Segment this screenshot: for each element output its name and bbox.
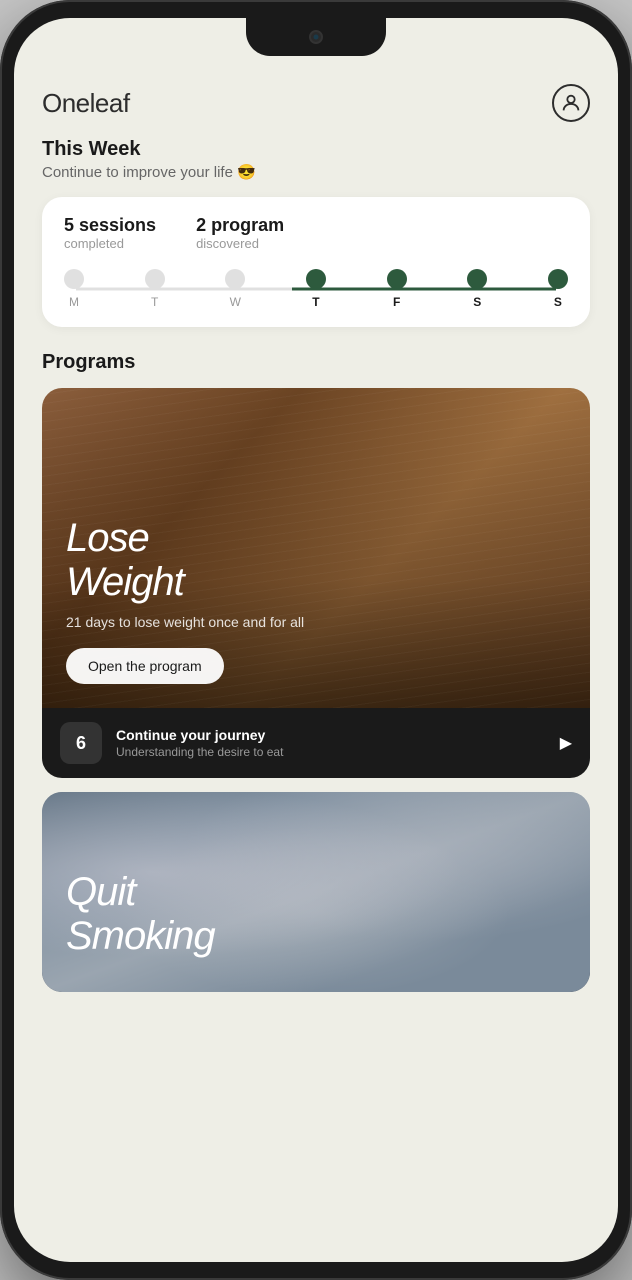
session-info: Continue your journey Understanding the … bbox=[116, 727, 546, 759]
day-dot-friday bbox=[387, 269, 407, 289]
week-track: M T W T bbox=[64, 269, 568, 309]
day-saturday: S bbox=[467, 269, 487, 309]
day-dot-wednesday bbox=[225, 269, 245, 289]
sessions-value: 5 sessions bbox=[64, 215, 156, 236]
phone-frame: Oneleaf This Week Continue to improve yo… bbox=[0, 0, 632, 1280]
week-section: This Week Continue to improve your life … bbox=[14, 130, 618, 343]
logo-text: Oneleaf bbox=[42, 88, 130, 118]
day-label-tuesday1: T bbox=[151, 295, 158, 309]
sessions-label: completed bbox=[64, 236, 156, 251]
quit-smoking-card[interactable]: QuitSmoking bbox=[42, 792, 590, 992]
program-continue-bar[interactable]: 6 Continue your journey Understanding th… bbox=[42, 708, 590, 778]
week-subtitle: Continue to improve your life 😎 bbox=[42, 163, 590, 181]
quit-smoking-content: QuitSmoking bbox=[66, 870, 566, 968]
lose-weight-image: LoseWeight 21 days to lose weight once a… bbox=[42, 388, 590, 708]
day-dot-thursday bbox=[306, 269, 326, 289]
screen-content: Oneleaf This Week Continue to improve yo… bbox=[14, 18, 618, 1262]
session-number: 6 bbox=[60, 722, 102, 764]
camera bbox=[309, 30, 323, 44]
day-label-thursday: T bbox=[312, 295, 319, 309]
day-sunday: S bbox=[548, 269, 568, 309]
lose-weight-card[interactable]: LoseWeight 21 days to lose weight once a… bbox=[42, 388, 590, 778]
day-tuesday1: T bbox=[145, 269, 165, 309]
programs-label: discovered bbox=[196, 236, 284, 251]
open-lose-weight-button[interactable]: Open the program bbox=[66, 648, 224, 684]
day-label-monday: M bbox=[69, 295, 79, 309]
day-dot-saturday bbox=[467, 269, 487, 289]
day-dot-monday bbox=[64, 269, 84, 289]
programs-stat: 2 program discovered bbox=[196, 215, 284, 251]
day-friday: F bbox=[387, 269, 407, 309]
day-label-sunday: S bbox=[554, 295, 562, 309]
day-monday: M bbox=[64, 269, 84, 309]
lose-weight-title: LoseWeight bbox=[66, 516, 566, 604]
notch bbox=[246, 18, 386, 56]
header: Oneleaf bbox=[14, 68, 618, 130]
phone-screen: Oneleaf This Week Continue to improve yo… bbox=[14, 18, 618, 1262]
quit-smoking-title: QuitSmoking bbox=[66, 870, 566, 958]
day-dot-tuesday1 bbox=[145, 269, 165, 289]
sessions-stat: 5 sessions completed bbox=[64, 215, 156, 251]
programs-value: 2 program bbox=[196, 215, 284, 236]
programs-title: Programs bbox=[42, 351, 590, 374]
quit-smoking-image: QuitSmoking bbox=[42, 792, 590, 992]
day-label-friday: F bbox=[393, 295, 400, 309]
day-label-saturday: S bbox=[473, 295, 481, 309]
session-title: Continue your journey bbox=[116, 727, 546, 743]
day-dot-sunday bbox=[548, 269, 568, 289]
app-logo: Oneleaf bbox=[42, 88, 130, 119]
track-line-filled bbox=[292, 288, 556, 291]
day-label-wednesday: W bbox=[230, 295, 241, 309]
stats-row: 5 sessions completed 2 program discovere… bbox=[64, 215, 568, 251]
play-icon[interactable]: ▶ bbox=[560, 733, 572, 753]
lose-weight-desc: 21 days to lose weight once and for all bbox=[66, 614, 566, 630]
day-thursday: T bbox=[306, 269, 326, 309]
stats-card: 5 sessions completed 2 program discovere… bbox=[42, 197, 590, 327]
profile-button[interactable] bbox=[552, 84, 590, 122]
session-subtitle: Understanding the desire to eat bbox=[116, 745, 546, 759]
programs-section: Programs LoseWeight 21 days to lose weig… bbox=[14, 343, 618, 1022]
week-title: This Week bbox=[42, 138, 590, 161]
day-wednesday: W bbox=[225, 269, 245, 309]
lose-weight-content: LoseWeight 21 days to lose weight once a… bbox=[66, 516, 566, 684]
